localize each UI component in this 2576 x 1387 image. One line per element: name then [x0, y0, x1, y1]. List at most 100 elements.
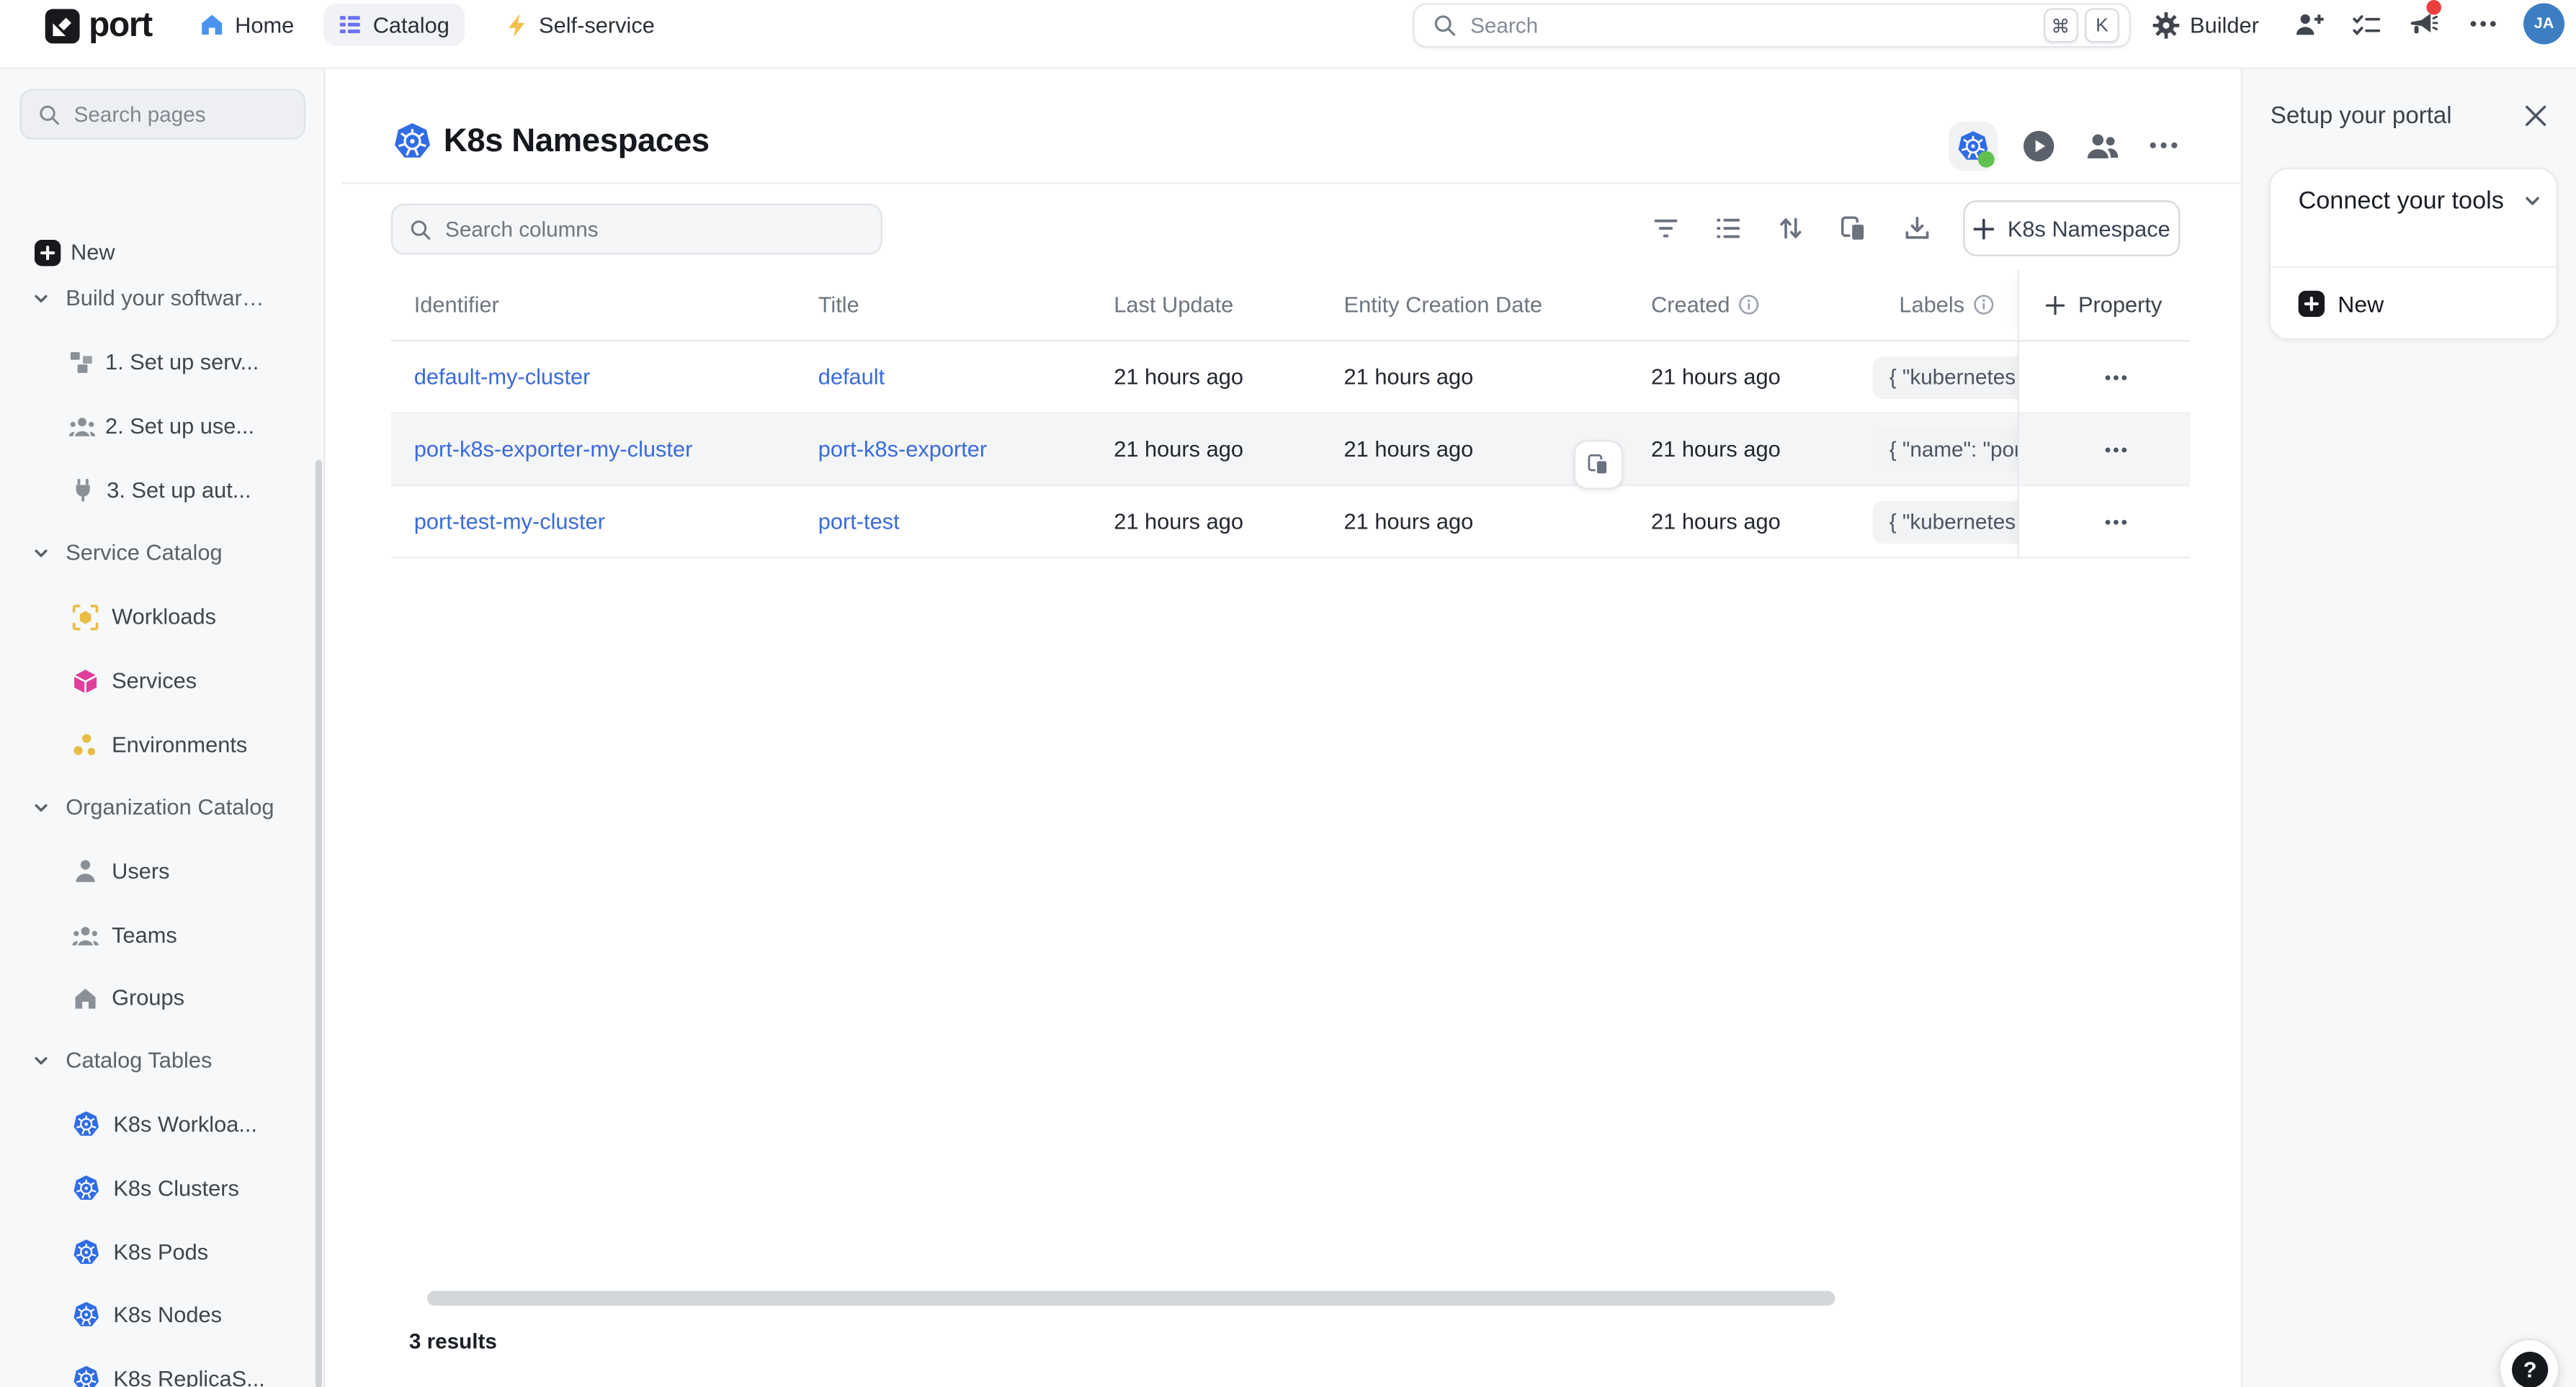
kubernetes-icon — [72, 1110, 100, 1139]
sidebar-group-service-catalog[interactable]: Service Catalog — [0, 521, 326, 585]
sidebar-group-build-software-catalog[interactable]: Build your software catal... — [0, 266, 326, 330]
builder-label: Builder — [2190, 12, 2259, 37]
setup-portal-panel: Setup your portal Connect your tools New — [2241, 69, 2576, 1387]
org-chart-icon — [69, 350, 94, 374]
nav-self-service[interactable]: Self-service — [491, 4, 670, 46]
global-search-input[interactable] — [1470, 13, 2036, 37]
home-icon — [200, 13, 223, 36]
close-icon[interactable] — [2525, 105, 2546, 127]
sidebar-group-organization-catalog[interactable]: Organization Catalog — [0, 775, 326, 839]
global-search[interactable]: ⌘ K — [1413, 4, 2131, 48]
row-menu-icon[interactable] — [2098, 439, 2134, 459]
connect-tools-toggle[interactable]: Connect your tools — [2299, 187, 2542, 215]
sidebar-item-environments[interactable]: Environments — [0, 713, 326, 777]
row-menu-icon[interactable] — [2098, 511, 2134, 531]
last-update-value: 21 hours ago — [1091, 437, 1320, 462]
nav-catalog-label: Catalog — [373, 12, 450, 37]
plug-icon — [72, 478, 94, 503]
row-menu-icon[interactable] — [2098, 367, 2134, 387]
plus-icon — [1973, 217, 1995, 239]
sidebar-group-label: Organization Catalog — [66, 795, 274, 820]
sidebar-item-workloads[interactable]: Workloads — [0, 585, 326, 649]
sidebar-item-label: K8s Nodes — [113, 1303, 222, 1327]
sidebar-search-input[interactable] — [74, 102, 287, 126]
builder-button[interactable]: Builder — [2152, 4, 2259, 46]
search-columns-input[interactable] — [445, 217, 864, 241]
title-link[interactable]: port-test — [818, 509, 900, 534]
search-icon — [37, 103, 61, 126]
chevron-down-icon — [33, 544, 50, 561]
sidebar-search[interactable] — [19, 89, 305, 140]
horizontal-scrollbar[interactable] — [427, 1291, 1835, 1306]
page-permissions-icon[interactable] — [2085, 131, 2119, 161]
port-logo-text: port — [89, 6, 152, 46]
sidebar-item-groups[interactable]: Groups — [0, 966, 326, 1030]
add-property-column-button[interactable]: Property — [2018, 269, 2190, 340]
sidebar-item-label: Groups — [112, 985, 184, 1010]
labels-json-chip[interactable]: { "kubernetes — [1873, 500, 2018, 542]
column-header-created[interactable]: Created — [1628, 292, 1869, 317]
more-options-icon[interactable] — [2469, 19, 2497, 27]
column-header-title[interactable]: Title — [795, 292, 1091, 317]
top-navigation-bar: port Home Catalog Self-service ⌘ — [0, 0, 2576, 69]
sidebar-item-label: Workloads — [112, 604, 216, 629]
sync-status-dot — [1978, 151, 1995, 168]
chevron-down-icon — [33, 290, 50, 307]
labels-json-chip[interactable]: { "name": "por — [1873, 428, 2018, 470]
megaphone-icon[interactable] — [2408, 12, 2438, 37]
table-row[interactable]: default-my-cluster default 21 hours ago … — [391, 341, 2190, 413]
dots-cluster-icon — [72, 732, 98, 757]
table-row[interactable]: port-test-my-cluster port-test 21 hours … — [391, 486, 2190, 558]
user-avatar[interactable]: JA — [2523, 4, 2564, 45]
sidebar-item-teams[interactable]: Teams — [0, 903, 326, 967]
filter-icon[interactable] — [1653, 215, 1678, 241]
sidebar-item-k8s-workloads[interactable]: K8s Workloa... — [0, 1092, 326, 1157]
sort-icon[interactable] — [1778, 215, 1804, 241]
sidebar-scrollbar[interactable] — [316, 460, 322, 1387]
people-icon — [72, 924, 98, 947]
info-icon — [1973, 294, 1995, 315]
add-k8s-namespace-button[interactable]: K8s Namespace — [1963, 200, 2180, 256]
sidebar-item-set-up-automations[interactable]: 3. Set up aut... — [0, 458, 326, 522]
search-columns[interactable] — [391, 204, 882, 255]
identifier-link[interactable]: port-k8s-exporter-my-cluster — [414, 437, 693, 462]
setup-new-button[interactable]: New — [2299, 291, 2384, 317]
port-logo[interactable]: port — [45, 6, 152, 46]
column-header-entity-creation-date[interactable]: Entity Creation Date — [1321, 292, 1628, 317]
table-header-row: Identifier Title Last Update Entity Crea… — [391, 269, 2190, 341]
sidebar-item-set-up-service-catalog[interactable]: 1. Set up serv... — [0, 330, 326, 394]
sidebar-item-k8s-replicasets[interactable]: K8s ReplicaS... — [0, 1347, 326, 1387]
nav-home[interactable]: Home — [186, 4, 309, 46]
nav-catalog[interactable]: Catalog — [323, 4, 464, 46]
app-window: port Home Catalog Self-service ⌘ — [0, 0, 2576, 1387]
kubernetes-icon — [72, 1365, 100, 1387]
sidebar-item-label: K8s Pods — [113, 1240, 208, 1265]
sidebar-item-label: Teams — [112, 923, 177, 948]
divider — [341, 182, 2240, 184]
data-source-status-button[interactable] — [1949, 122, 1998, 171]
sidebar-item-services[interactable]: Services — [0, 649, 326, 713]
title-link[interactable]: port-k8s-exporter — [818, 437, 987, 462]
run-button[interactable] — [2022, 130, 2055, 163]
checklist-icon[interactable] — [2353, 12, 2381, 37]
identifier-link[interactable]: default-my-cluster — [414, 364, 591, 389]
column-header-labels[interactable]: Labels — [1869, 292, 2017, 317]
page-menu-icon[interactable] — [2149, 141, 2178, 149]
group-by-icon[interactable] — [1715, 215, 1741, 241]
sidebar-item-users[interactable]: Users — [0, 839, 326, 903]
copy-table-icon[interactable] — [1840, 215, 1868, 243]
sidebar-group-catalog-tables[interactable]: Catalog Tables — [0, 1028, 326, 1092]
sidebar-item-k8s-pods[interactable]: K8s Pods — [0, 1220, 326, 1284]
download-icon[interactable] — [1904, 215, 1930, 241]
invite-user-icon[interactable] — [2295, 12, 2325, 37]
column-header-last-update[interactable]: Last Update — [1091, 292, 1320, 317]
labels-json-chip[interactable]: { "kubernetes — [1873, 356, 2018, 398]
table-row[interactable]: port-k8s-exporter-my-cluster port-k8s-ex… — [391, 414, 2190, 486]
title-link[interactable]: default — [818, 364, 885, 389]
sidebar-item-set-up-users[interactable]: 2. Set up use... — [0, 394, 326, 458]
column-header-identifier[interactable]: Identifier — [391, 292, 795, 317]
identifier-link[interactable]: port-test-my-cluster — [414, 509, 605, 534]
copy-value-button[interactable] — [1574, 440, 1623, 489]
sidebar-item-k8s-clusters[interactable]: K8s Clusters — [0, 1157, 326, 1221]
sidebar-item-k8s-nodes[interactable]: K8s Nodes — [0, 1283, 326, 1347]
